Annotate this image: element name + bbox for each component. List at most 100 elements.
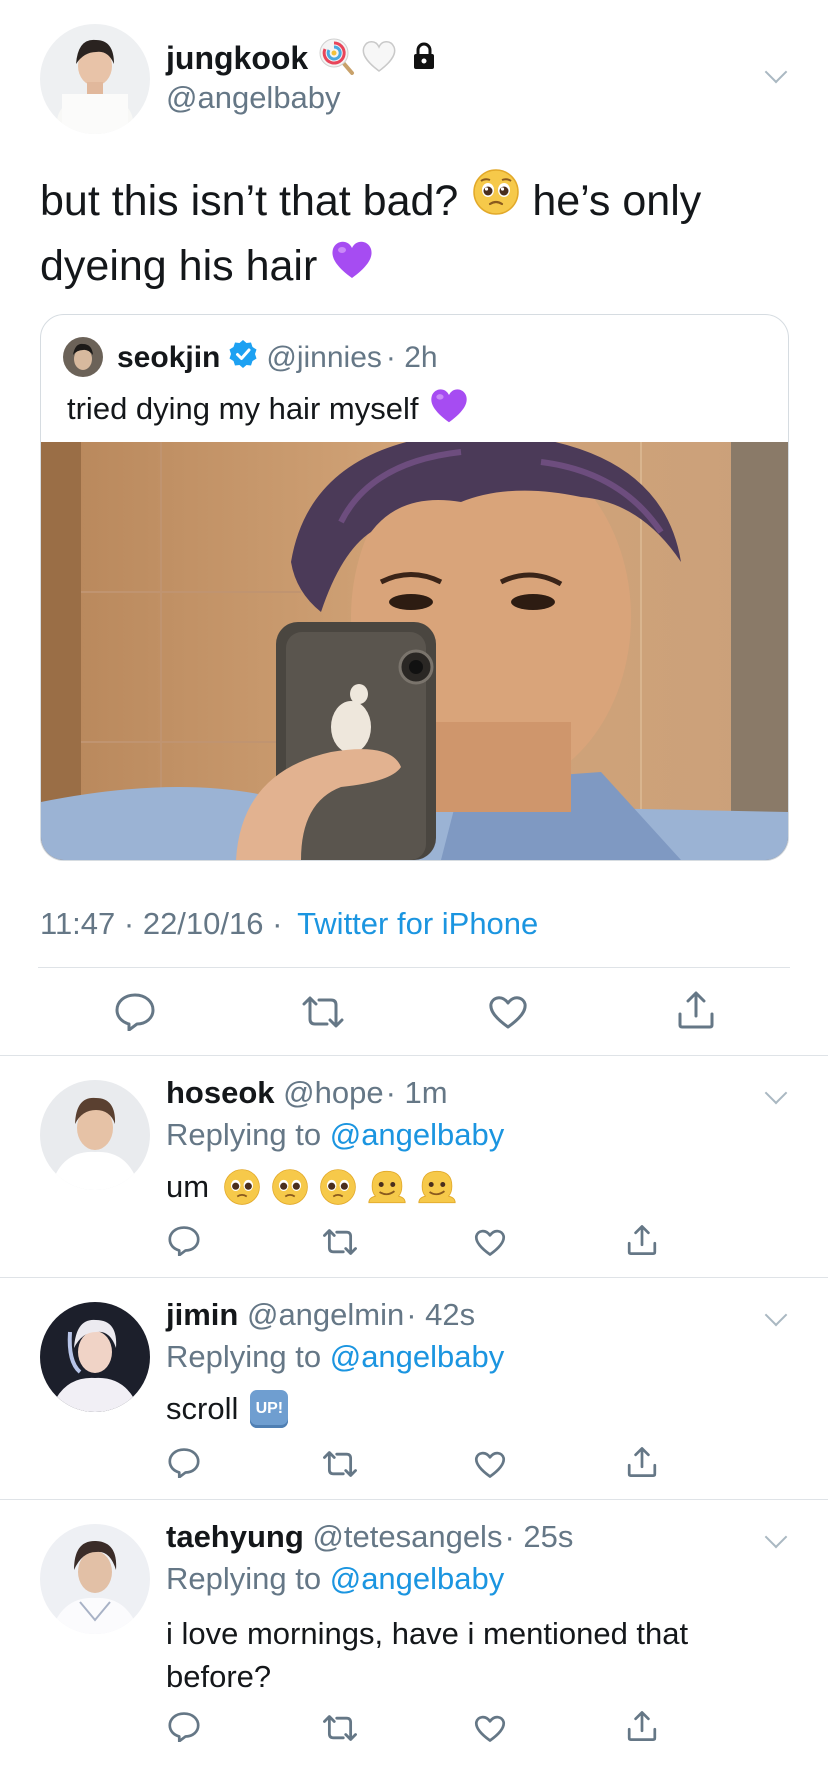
author-handle[interactable]: @angelbaby bbox=[166, 80, 341, 116]
retweet-button[interactable] bbox=[322, 1714, 358, 1742]
tweet-text: but this isn’t that bad? he’s only dyein… bbox=[40, 168, 800, 298]
heart-icon bbox=[474, 1715, 506, 1742]
share-button[interactable] bbox=[626, 1446, 658, 1478]
replying-mention[interactable]: @angelbaby bbox=[330, 1339, 505, 1374]
reply-text-line: before? bbox=[166, 1659, 272, 1694]
pleading-face-emoji bbox=[320, 1169, 356, 1205]
retweet-icon bbox=[323, 1715, 357, 1741]
reply-icon bbox=[168, 1448, 200, 1478]
lock-icon bbox=[410, 42, 438, 75]
retweet-button[interactable] bbox=[301, 995, 345, 1029]
replying-prefix: Replying to bbox=[166, 1561, 322, 1596]
reply-handle[interactable]: @angelmin bbox=[247, 1297, 404, 1332]
replying-to: Replying to @angelbaby bbox=[166, 1561, 504, 1597]
reply-text-line: i love mornings, have i mentioned that bbox=[166, 1616, 689, 1651]
share-icon bbox=[627, 1225, 657, 1255]
tweet-text-line: but this isn’t that bad? he’s only bbox=[40, 168, 800, 234]
lollipop-emoji bbox=[318, 37, 356, 80]
like-button[interactable] bbox=[474, 1450, 506, 1479]
reply-name[interactable]: taehyung bbox=[166, 1519, 304, 1554]
retweet-button[interactable] bbox=[322, 1450, 358, 1478]
reply-icon bbox=[168, 1226, 200, 1256]
quoted-header: seokjin @jinnies · 2h bbox=[117, 339, 438, 377]
avatar[interactable] bbox=[40, 1524, 150, 1634]
replying-mention[interactable]: @angelbaby bbox=[330, 1561, 505, 1596]
share-button[interactable] bbox=[676, 990, 716, 1030]
reply-text-part: um bbox=[166, 1169, 210, 1204]
tweet-text-part: but this isn’t that bad? bbox=[40, 177, 459, 225]
reply-text: scroll UP! bbox=[166, 1386, 289, 1432]
reply-button[interactable] bbox=[168, 1448, 200, 1478]
reply-button[interactable] bbox=[115, 993, 155, 1031]
share-button[interactable] bbox=[626, 1224, 658, 1256]
tweet-meta: 11:47 · 22/10/16 · Twitter for iPhone bbox=[40, 906, 538, 942]
replying-to: Replying to @angelbaby bbox=[166, 1117, 504, 1153]
emoji-row bbox=[223, 1168, 457, 1206]
reply-header: taehyung @tetesangels· 25s bbox=[166, 1519, 573, 1555]
reply-header: jimin @angelmin· 42s bbox=[166, 1297, 475, 1333]
reply-text: um bbox=[166, 1164, 457, 1210]
heart-icon bbox=[474, 1229, 506, 1256]
heart-icon bbox=[489, 996, 527, 1029]
replying-to: Replying to @angelbaby bbox=[166, 1339, 504, 1375]
divider bbox=[0, 1277, 828, 1278]
chevron-down-icon[interactable] bbox=[764, 60, 788, 84]
author-name-row: jungkook bbox=[166, 38, 438, 78]
chevron-down-icon[interactable] bbox=[764, 1303, 788, 1327]
reply-time: · 25s bbox=[504, 1519, 574, 1554]
chevron-down-icon[interactable] bbox=[764, 1525, 788, 1549]
reply-handle[interactable]: @tetesangels bbox=[312, 1519, 502, 1554]
divider bbox=[38, 967, 790, 968]
reply-time: · 1m bbox=[385, 1075, 448, 1110]
verified-badge-icon bbox=[228, 339, 258, 377]
tweet-text-part: dyeing his hair bbox=[40, 242, 318, 290]
replying-mention[interactable]: @angelbaby bbox=[330, 1117, 505, 1152]
retweet-icon bbox=[323, 1451, 357, 1477]
melting-face-emoji bbox=[418, 1170, 456, 1204]
source-link[interactable]: Twitter for iPhone bbox=[297, 906, 538, 941]
quoted-time: · 2h bbox=[385, 341, 438, 374]
reply-time: · 42s bbox=[406, 1297, 476, 1332]
quoted-name: seokjin bbox=[117, 341, 221, 374]
reply-button[interactable] bbox=[168, 1712, 200, 1742]
purple-heart-emoji bbox=[329, 234, 375, 298]
avatar[interactable] bbox=[40, 1302, 150, 1412]
reply-header: hoseok @hope· 1m bbox=[166, 1075, 448, 1111]
like-button[interactable] bbox=[474, 1228, 506, 1257]
reply-icon bbox=[168, 1712, 200, 1742]
share-icon bbox=[627, 1447, 657, 1477]
quoted-text-part: tried dying my hair myself bbox=[67, 391, 419, 426]
chevron-down-icon[interactable] bbox=[764, 1081, 788, 1105]
heart-icon bbox=[474, 1451, 506, 1478]
retweet-icon bbox=[302, 996, 344, 1028]
quoted-handle: @jinnies bbox=[266, 341, 382, 374]
quoted-avatar bbox=[63, 337, 103, 377]
quoted-tweet-card[interactable]: seokjin @jinnies · 2h tried dying my hai… bbox=[40, 314, 789, 861]
reply-handle[interactable]: @hope bbox=[283, 1075, 383, 1110]
divider bbox=[0, 1055, 828, 1056]
divider bbox=[0, 1499, 828, 1500]
reply-text: i love mornings, have i mentioned that b… bbox=[166, 1612, 688, 1698]
like-button[interactable] bbox=[474, 1714, 506, 1743]
author-name[interactable]: jungkook bbox=[166, 40, 308, 77]
reply-button[interactable] bbox=[168, 1226, 200, 1256]
like-button[interactable] bbox=[488, 994, 528, 1030]
avatar[interactable] bbox=[40, 1080, 150, 1190]
avatar[interactable] bbox=[40, 24, 150, 134]
replying-prefix: Replying to bbox=[166, 1339, 322, 1374]
quoted-photo[interactable] bbox=[41, 432, 788, 860]
share-icon bbox=[678, 991, 714, 1029]
retweet-icon bbox=[323, 1229, 357, 1255]
up-button-emoji: UP! bbox=[250, 1390, 289, 1428]
tweet-text-part: he’s only bbox=[532, 177, 702, 225]
tweet-text-line: dyeing his hair bbox=[40, 234, 800, 298]
white-heart-emoji bbox=[360, 38, 398, 79]
reply-name[interactable]: jimin bbox=[166, 1297, 238, 1332]
retweet-button[interactable] bbox=[322, 1228, 358, 1256]
melting-face-emoji bbox=[368, 1170, 406, 1204]
share-button[interactable] bbox=[626, 1710, 658, 1742]
quoted-text: tried dying my hair myself bbox=[67, 387, 470, 431]
reply-name[interactable]: hoseok bbox=[166, 1075, 275, 1110]
pleading-face-emoji bbox=[272, 1169, 308, 1205]
replying-prefix: Replying to bbox=[166, 1117, 322, 1152]
